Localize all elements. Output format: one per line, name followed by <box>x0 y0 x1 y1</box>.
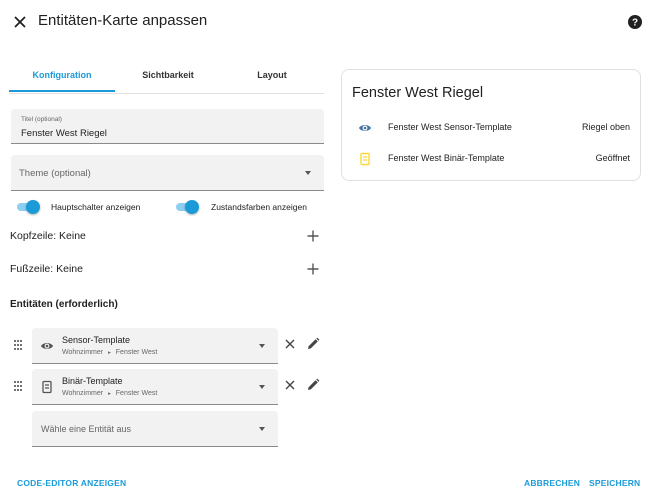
edit-entity-button[interactable] <box>306 378 320 392</box>
preview-row-name[interactable]: Fenster West Binär-Template <box>388 153 504 163</box>
entity-breadcrumb: Wohnzimmer ▸ Fenster West <box>62 390 157 397</box>
add-footer-button[interactable] <box>306 262 320 276</box>
entity-name: Binär-Template <box>62 376 123 386</box>
entities-section-title: Entitäten (erforderlich) <box>10 299 118 310</box>
eye-icon <box>40 339 54 353</box>
entity-area: Wohnzimmer <box>62 390 104 397</box>
add-header-button[interactable] <box>306 229 320 243</box>
theme-select[interactable]: Theme (optional) <box>11 155 324 191</box>
entity-name: Sensor-Template <box>62 335 131 345</box>
help-button[interactable]: ? <box>627 14 643 30</box>
main-switch-toggle[interactable] <box>14 200 40 214</box>
active-tab-indicator <box>9 90 115 92</box>
entity-area: Wohnzimmer <box>62 349 104 356</box>
close-icon <box>285 380 295 390</box>
close-button[interactable] <box>9 11 31 33</box>
save-button[interactable]: SPEICHERN <box>589 478 640 488</box>
chevron-down-icon <box>259 385 265 389</box>
switch-thumb <box>26 200 40 214</box>
entity-picker-binary[interactable]: Binär-Template Wohnzimmer ▸ Fenster West <box>32 369 278 405</box>
tab-divider <box>9 93 324 94</box>
chevron-down-icon <box>259 344 265 348</box>
eye-icon <box>358 121 372 135</box>
remove-entity-button[interactable] <box>283 378 297 392</box>
dialog-title: Entitäten-Karte anpassen <box>38 12 208 29</box>
pencil-icon <box>308 378 320 390</box>
header-row-label: Kopfzeile: Keine <box>10 230 86 242</box>
close-icon <box>14 16 26 28</box>
chevron-down-icon <box>259 427 265 431</box>
entity-device: Fenster West <box>115 349 158 356</box>
add-entity-picker[interactable]: Wähle eine Entität aus <box>32 411 278 447</box>
title-field-value: Fenster West Riegel <box>21 128 107 139</box>
state-color-label: Zustandsfarben anzeigen <box>211 202 307 212</box>
door-open-icon <box>358 152 372 166</box>
remove-entity-button[interactable] <box>283 337 297 351</box>
entity-device: Fenster West <box>115 390 158 397</box>
preview-card: Fenster West Riegel Fenster West Sensor-… <box>341 69 641 181</box>
drag-handle-icon[interactable] <box>13 379 23 391</box>
pencil-icon <box>308 337 320 349</box>
state-color-toggle[interactable] <box>173 200 199 214</box>
cancel-button[interactable]: ABBRECHEN <box>524 478 580 488</box>
entity-picker-sensor[interactable]: Sensor-Template Wohnzimmer ▸ Fenster Wes… <box>32 328 278 364</box>
preview-row-name[interactable]: Fenster West Sensor-Template <box>388 122 512 132</box>
plus-icon <box>307 230 319 242</box>
breadcrumb-separator-icon: ▸ <box>108 350 111 356</box>
main-switch-label: Hauptschalter anzeigen <box>51 202 141 212</box>
entity-breadcrumb: Wohnzimmer ▸ Fenster West <box>62 349 157 356</box>
tab-layout[interactable]: Layout <box>219 70 325 80</box>
plus-icon <box>307 263 319 275</box>
drag-handle-icon[interactable] <box>13 338 23 350</box>
close-icon <box>285 339 295 349</box>
footer-row-label: Fußzeile: Keine <box>10 263 83 275</box>
preview-card-title: Fenster West Riegel <box>352 85 484 101</box>
theme-select-placeholder: Theme (optional) <box>19 168 91 179</box>
switch-thumb <box>185 200 199 214</box>
edit-entity-button[interactable] <box>306 337 320 351</box>
chevron-down-icon <box>305 171 311 175</box>
title-field[interactable]: Titel (optional) Fenster West Riegel <box>11 109 324 144</box>
svg-text:?: ? <box>632 18 638 29</box>
preview-row-state[interactable]: Geöffnet <box>596 153 630 163</box>
code-editor-button[interactable]: CODE-EDITOR ANZEIGEN <box>17 478 126 488</box>
help-icon: ? <box>628 15 642 29</box>
title-field-label: Titel (optional) <box>21 116 62 123</box>
door-closed-icon <box>40 380 54 394</box>
preview-row-state[interactable]: Riegel oben <box>582 122 630 132</box>
breadcrumb-separator-icon: ▸ <box>108 391 111 397</box>
tab-configuration[interactable]: Konfiguration <box>9 70 115 80</box>
tab-visibility[interactable]: Sichtbarkeit <box>115 70 221 80</box>
add-entity-placeholder: Wähle eine Entität aus <box>41 424 132 434</box>
